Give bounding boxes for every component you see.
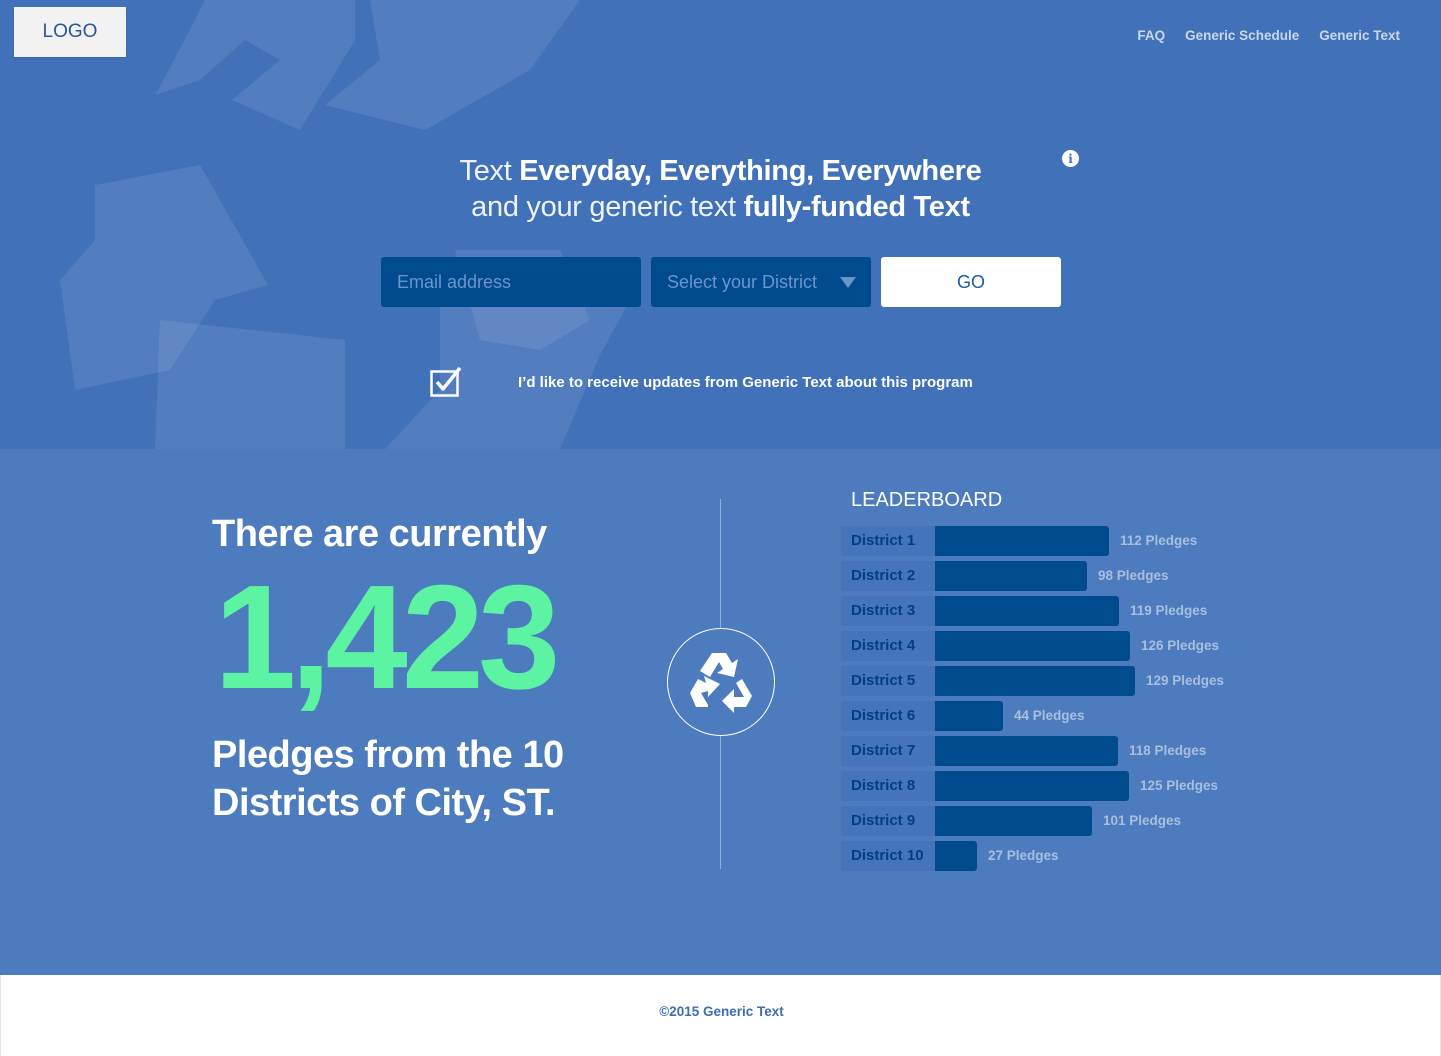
headline-line-2-lead: and your generic text — [471, 191, 736, 223]
leaderboard-bar — [935, 841, 977, 871]
leaderboard-pledge-count: 98 Pledges — [1098, 568, 1169, 583]
leaderboard-bar — [935, 561, 1087, 591]
leaderboard-pledge-count: 125 Pledges — [1140, 778, 1219, 793]
leaderboard-row: District 7 118 Pledges — [841, 735, 1261, 770]
headline-line-2-emphasis: fully-funded Text — [743, 191, 970, 223]
leaderboard-bar — [935, 736, 1118, 766]
updates-checkbox-label[interactable]: I’d like to receive updates from Generic… — [518, 374, 973, 391]
leaderboard-district-label: District 7 — [841, 736, 935, 766]
hero-section: LOGO FAQ Generic Schedule Generic Text T… — [0, 0, 1441, 449]
checkbox-checked-icon[interactable] — [430, 367, 462, 397]
leaderboard-pledge-count: 126 Pledges — [1141, 638, 1220, 653]
nav-link-generic-text[interactable]: Generic Text — [1319, 28, 1400, 43]
leaderboard-row: District 6 44 Pledges — [841, 700, 1261, 735]
leaderboard-row: District 10 27 Pledges — [841, 840, 1261, 875]
leaderboard-row: District 4 126 Pledges — [841, 630, 1261, 665]
leaderboard-row: District 5 129 Pledges — [841, 665, 1261, 700]
leaderboard-district-label: District 10 — [841, 841, 935, 871]
email-input[interactable] — [381, 257, 641, 307]
leaderboard-district-label: District 2 — [841, 561, 935, 591]
logo[interactable]: LOGO — [14, 7, 126, 57]
nav-link-generic-schedule[interactable]: Generic Schedule — [1185, 28, 1299, 43]
leaderboard-list: District 1 112 Pledges District 2 98 Pledge… — [841, 525, 1261, 875]
leaderboard-district-label: District 8 — [841, 771, 935, 801]
copyright: ©2015 Generic Text — [659, 1004, 784, 1019]
leaderboard-bar — [935, 666, 1135, 696]
go-button[interactable]: GO — [881, 257, 1061, 307]
leaderboard-pledge-count: 118 Pledges — [1129, 743, 1207, 758]
leaderboard-bar — [935, 806, 1092, 836]
leaderboard-district-label: District 3 — [841, 596, 935, 626]
leaderboard-pledge-count: 27 Pledges — [988, 848, 1059, 863]
caret-down-icon — [840, 277, 856, 288]
leaderboard-bar — [935, 631, 1130, 661]
leaderboard-pledge-count: 44 Pledges — [1014, 708, 1085, 723]
recycle-icon — [690, 653, 752, 713]
leaderboard-row: District 9 101 Pledges — [841, 805, 1261, 840]
leaderboard-district-label: District 4 — [841, 631, 935, 661]
leaderboard-district-label: District 5 — [841, 666, 935, 696]
top-nav: FAQ Generic Schedule Generic Text — [1137, 28, 1400, 43]
leaderboard-district-label: District 9 — [841, 806, 935, 836]
district-select-placeholder: Select your District — [667, 271, 818, 292]
leaderboard-bar — [935, 771, 1129, 801]
leaderboard-pledge-count: 119 Pledges — [1130, 603, 1208, 618]
leaderboard-pledge-count: 101 Pledges — [1103, 813, 1182, 828]
headline-line-1: Text Everyday, Everything, Everywhere — [0, 153, 1441, 189]
recycle-badge — [667, 628, 775, 736]
district-select[interactable]: Select your District — [651, 257, 871, 307]
leaderboard-row: District 2 98 Pledges — [841, 560, 1261, 595]
leaderboard-district-label: District 6 — [841, 701, 935, 731]
leaderboard-bar — [935, 701, 1003, 731]
leaderboard-pledge-count: 129 Pledges — [1146, 673, 1225, 688]
leaderboard-row: District 8 125 Pledges — [841, 770, 1261, 805]
leaderboard-pledge-count: 112 Pledges — [1120, 533, 1198, 548]
stats-intro: There are currently — [212, 513, 547, 555]
headline-line-1-emphasis: Everyday, Everything, Everywhere — [519, 155, 982, 187]
pledge-count: 1,423 — [214, 555, 560, 720]
leaderboard-district-label: District 1 — [841, 526, 935, 556]
info-icon[interactable]: i — [1062, 150, 1079, 167]
headline-line-1-lead: Text — [459, 155, 512, 187]
nav-link-faq[interactable]: FAQ — [1137, 28, 1165, 43]
leaderboard-bar — [935, 596, 1119, 626]
stats-section: There are currently 1,423 Pledges from t… — [0, 449, 1441, 975]
leaderboard-bar — [935, 526, 1109, 556]
footer: ©2015 Generic Text — [0, 975, 1441, 1056]
leaderboard-title: LEADERBOARD — [851, 489, 1003, 511]
headline-line-2: and your generic text fully-funded Text — [0, 189, 1441, 225]
leaderboard-row: District 1 112 Pledges — [841, 525, 1261, 560]
leaderboard-row: District 3 119 Pledges — [841, 595, 1261, 630]
stats-description: Pledges from the 10 Districts of City, S… — [212, 734, 564, 824]
